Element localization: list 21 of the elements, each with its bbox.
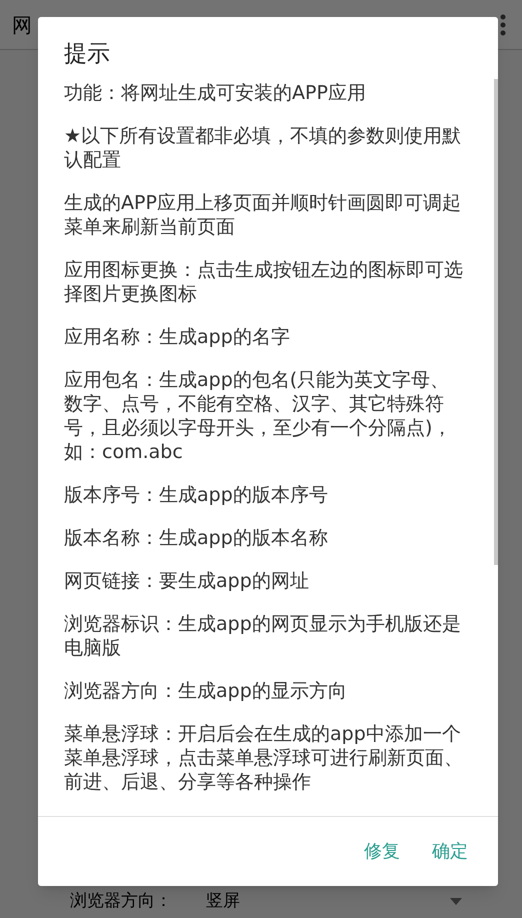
scrollbar[interactable] <box>494 79 498 565</box>
dialog-paragraph: ★以下所有设置都非必填，不填的参数则使用默认配置 <box>64 124 462 172</box>
app-title: 网 <box>12 12 32 38</box>
dialog-paragraph: 版本名称：生成app的版本名称 <box>64 526 329 550</box>
dialog-paragraph: 功能：将网址生成可安装的APP应用 <box>64 81 367 105</box>
dialog-paragraph: 网页链接：要生成app的网址 <box>64 569 310 593</box>
dialog-paragraph: 应用图标更换：点击生成按钮左边的图标即可选择图片更换图标 <box>64 258 464 306</box>
dialog-paragraph: 浏览器方向：生成app的显示方向 <box>64 679 348 703</box>
dropdown-value[interactable]: 竖屏 <box>206 890 240 912</box>
dialog-paragraph: 版本序号：生成app的版本序号 <box>64 483 329 507</box>
dialog-button[interactable]: 确定 <box>420 830 480 873</box>
overflow-menu-icon[interactable] <box>500 14 506 36</box>
dialog-button[interactable]: 修复 <box>352 830 412 873</box>
dialog-paragraph: 菜单悬浮球：开启后会在生成的app中添加一个菜单悬浮球，点击菜单悬浮球可进行刷新页面、前进、后退、分享等各种操作 <box>64 722 464 794</box>
dialog-paragraph: 生成的APP应用上移页面并顺时针画圆即可调起菜单来刷新当前页面 <box>64 191 462 239</box>
dropdown-caret-icon[interactable] <box>450 898 462 904</box>
dialog-paragraph: 浏览器标识：生成app的网页显示为手机版还是电脑版 <box>64 612 462 660</box>
field-label: 浏览器方向： <box>70 890 173 912</box>
dialog-paragraph: 应用名称：生成app的名字 <box>64 325 291 349</box>
dialog-paragraph: 应用包名：生成app的包名(只能为英文字母、数字、点号，不能有空格、汉字、其它特殊符号，且必须以字母开头，至少有一个分隔点)，如：com.abc <box>64 368 452 464</box>
dialog-title: 提示 <box>63 40 111 69</box>
